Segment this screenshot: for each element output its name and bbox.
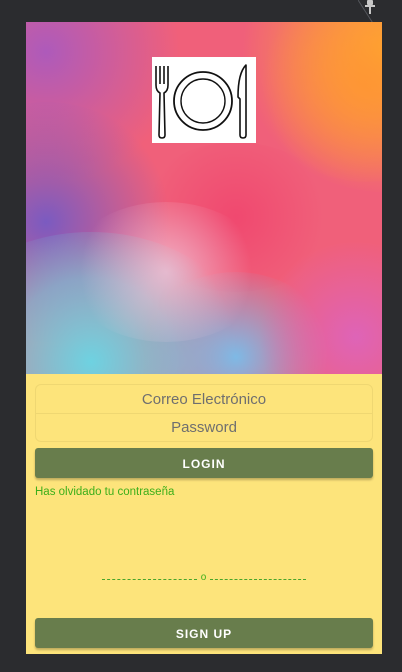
signup-button[interactable]: SIGN UP — [35, 618, 373, 648]
pin-icon[interactable] — [364, 0, 376, 14]
password-field[interactable] — [36, 413, 372, 441]
or-separator: o — [102, 572, 306, 585]
restaurant-logo — [152, 57, 256, 143]
credentials-field-group — [35, 384, 373, 442]
email-field[interactable] — [36, 385, 372, 413]
separator-line-right — [210, 579, 306, 580]
separator-text: o — [200, 572, 207, 583]
login-button[interactable]: LOGIN — [35, 448, 373, 478]
app-screen: LOGIN Has olvidado tu contraseña o SIGN … — [26, 22, 382, 654]
forgot-password-link[interactable]: Has olvidado tu contraseña — [35, 486, 174, 498]
fork-plate-knife-icon — [155, 64, 247, 139]
separator-line-left — [102, 579, 197, 580]
